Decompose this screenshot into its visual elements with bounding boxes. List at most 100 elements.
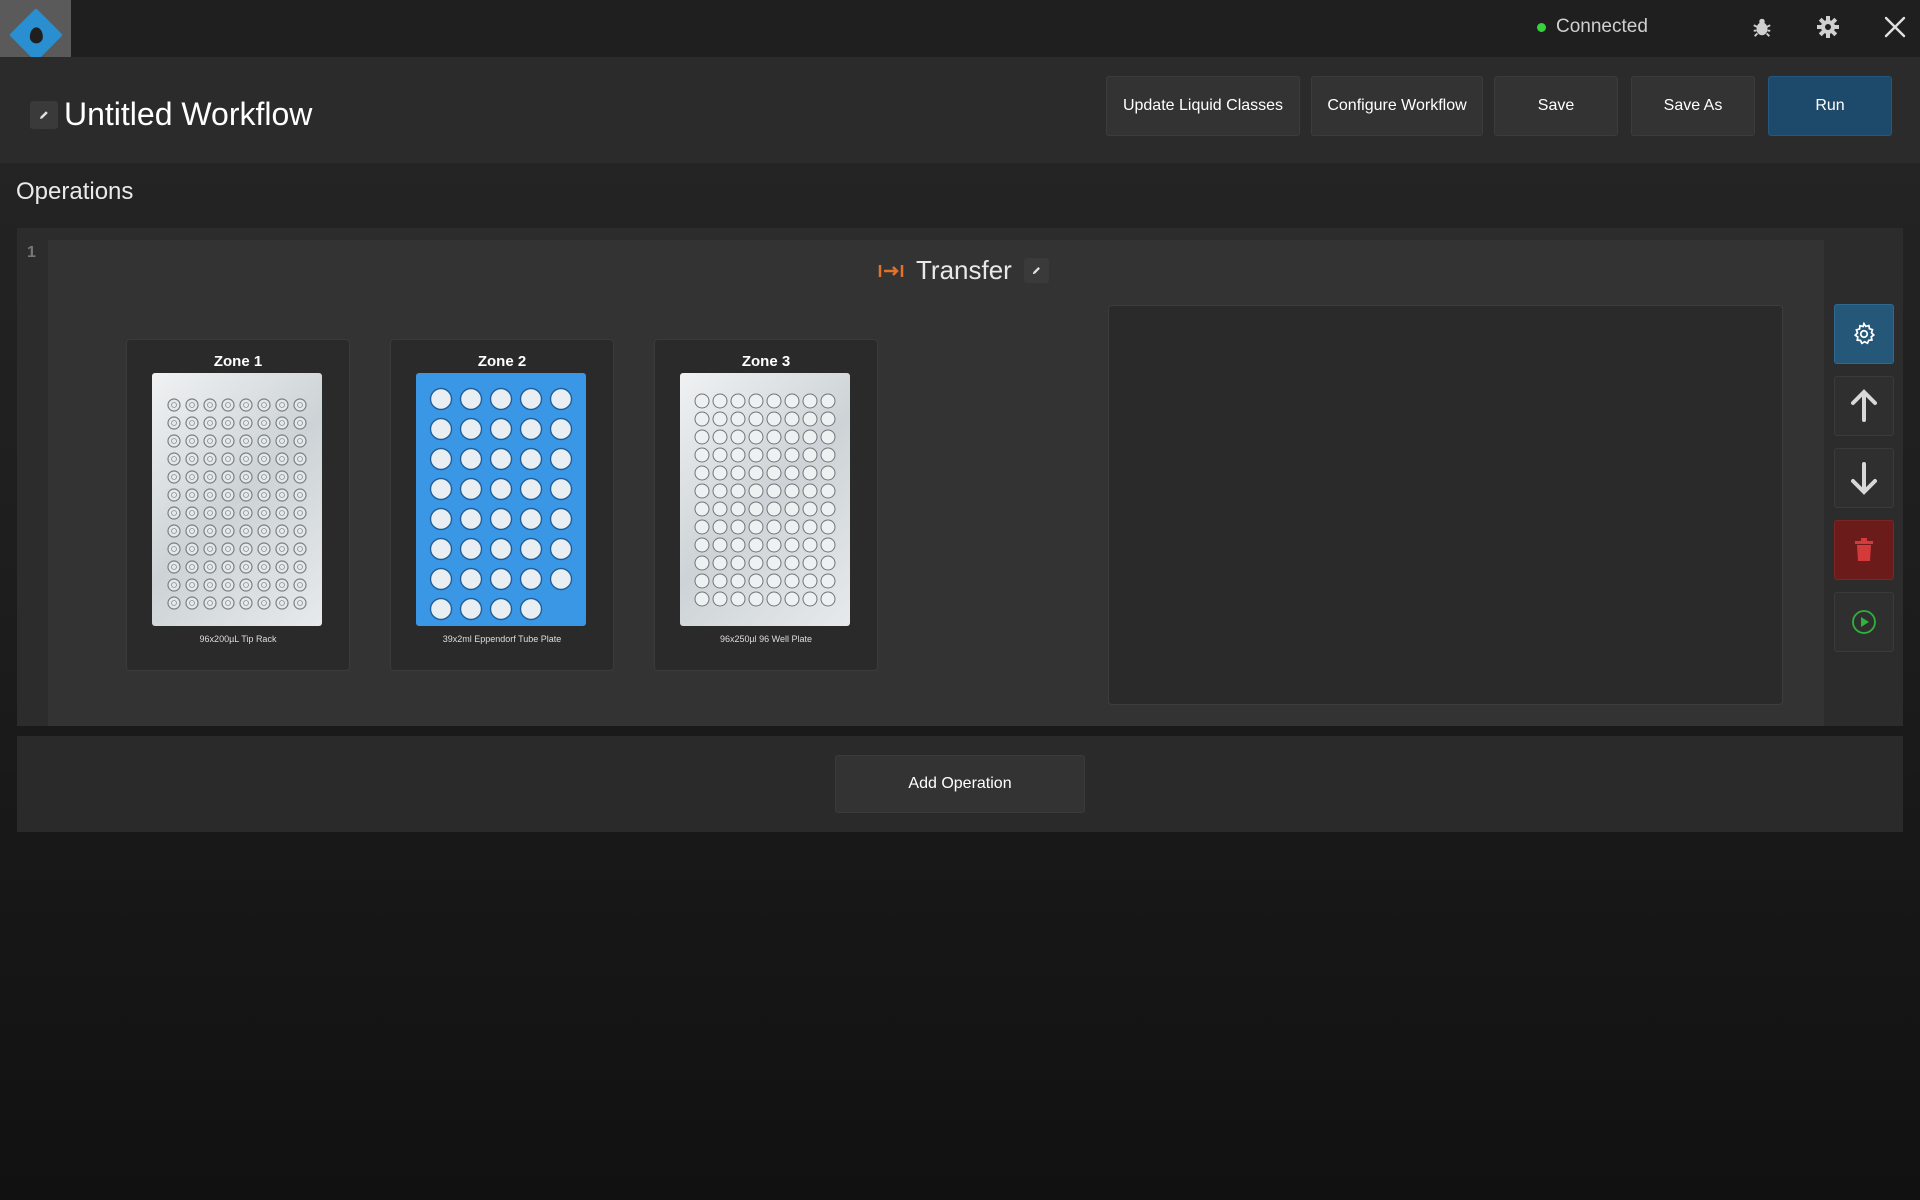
tip-well bbox=[203, 506, 217, 520]
zone-title: Zone 1 bbox=[213, 353, 263, 370]
plate-well bbox=[748, 555, 764, 571]
save-button[interactable]: Save bbox=[1494, 76, 1618, 136]
plate-well bbox=[694, 537, 710, 553]
plate-well bbox=[820, 411, 836, 427]
tip-well bbox=[293, 560, 307, 574]
plate-well bbox=[730, 591, 746, 607]
tube-well bbox=[489, 447, 513, 471]
tip-well bbox=[239, 416, 253, 430]
tip-well bbox=[293, 434, 307, 448]
save-as-button[interactable]: Save As bbox=[1631, 76, 1755, 136]
plate-well bbox=[766, 501, 782, 517]
plate-well bbox=[748, 393, 764, 409]
tube-well bbox=[519, 567, 543, 591]
tip-well bbox=[239, 560, 253, 574]
delete-operation-button[interactable] bbox=[1834, 520, 1894, 580]
status-label: Connected bbox=[1556, 16, 1648, 37]
plate-well bbox=[820, 537, 836, 553]
tip-well bbox=[221, 470, 235, 484]
tip-well bbox=[293, 542, 307, 556]
tube-well bbox=[519, 537, 543, 561]
plate-well bbox=[802, 393, 818, 409]
plate-well bbox=[694, 483, 710, 499]
update-liquid-classes-button[interactable]: Update Liquid Classes bbox=[1106, 76, 1300, 136]
tip-well bbox=[275, 578, 289, 592]
plate-well bbox=[730, 483, 746, 499]
tip-well bbox=[185, 434, 199, 448]
plate-well bbox=[712, 429, 728, 445]
tube-well bbox=[489, 507, 513, 531]
zone-1[interactable]: Zone 1 96x200µL Tip Rack bbox=[126, 339, 350, 671]
tube-well bbox=[429, 417, 453, 441]
tube-well bbox=[429, 597, 453, 621]
plate-well bbox=[820, 393, 836, 409]
plate-well bbox=[784, 519, 800, 535]
plate-well bbox=[748, 465, 764, 481]
tip-well bbox=[293, 470, 307, 484]
tip-well bbox=[239, 578, 253, 592]
gear-icon[interactable] bbox=[1813, 12, 1843, 42]
edit-operation-title-button[interactable] bbox=[1023, 258, 1049, 283]
plate-well bbox=[802, 591, 818, 607]
tube-well bbox=[549, 447, 573, 471]
tip-rack-wells bbox=[167, 398, 307, 610]
move-up-button[interactable] bbox=[1834, 376, 1894, 436]
operation-settings-button[interactable] bbox=[1834, 304, 1894, 364]
plate-well bbox=[784, 591, 800, 607]
plate-well bbox=[802, 519, 818, 535]
plate-well bbox=[730, 429, 746, 445]
tip-well bbox=[185, 542, 199, 556]
zone-3[interactable]: Zone 3 96x250µl 96 Well Plate bbox=[654, 339, 878, 671]
plate-well bbox=[784, 483, 800, 499]
plate-well bbox=[748, 411, 764, 427]
zone-caption: 96x200µL Tip Rack bbox=[199, 634, 277, 644]
move-down-button[interactable] bbox=[1834, 448, 1894, 508]
tip-well bbox=[257, 452, 271, 466]
tip-well bbox=[221, 398, 235, 412]
tip-well bbox=[293, 416, 307, 430]
tip-well bbox=[275, 470, 289, 484]
plate-well bbox=[784, 573, 800, 589]
plate-well bbox=[712, 465, 728, 481]
tip-well bbox=[257, 398, 271, 412]
zone-2[interactable]: Zone 2 39x2ml Eppendorf Tube Plate bbox=[390, 339, 614, 671]
tip-well bbox=[275, 524, 289, 538]
tube-well bbox=[429, 567, 453, 591]
configure-workflow-button[interactable]: Configure Workflow bbox=[1311, 76, 1483, 136]
tip-well bbox=[275, 488, 289, 502]
tip-well bbox=[293, 578, 307, 592]
zone-caption: 39x2ml Eppendorf Tube Plate bbox=[442, 634, 562, 644]
run-button[interactable]: Run bbox=[1768, 76, 1892, 136]
add-operation-button[interactable]: Add Operation bbox=[835, 755, 1085, 813]
plate-well bbox=[784, 393, 800, 409]
tube-well bbox=[459, 477, 483, 501]
tip-well bbox=[221, 596, 235, 610]
tip-well bbox=[239, 452, 253, 466]
plate-well bbox=[712, 555, 728, 571]
plate-well bbox=[748, 591, 764, 607]
plate-well bbox=[748, 501, 764, 517]
tip-well bbox=[257, 596, 271, 610]
edit-title-button[interactable] bbox=[30, 101, 58, 129]
tip-well bbox=[257, 506, 271, 520]
tube-well bbox=[489, 417, 513, 441]
plate-well bbox=[748, 429, 764, 445]
tip-well bbox=[167, 416, 181, 430]
plate-well bbox=[802, 411, 818, 427]
plate-well bbox=[766, 537, 782, 553]
tip-rack-plate bbox=[152, 373, 322, 626]
run-operation-button[interactable] bbox=[1834, 592, 1894, 652]
tip-well bbox=[221, 578, 235, 592]
plate-well bbox=[694, 591, 710, 607]
plate-well bbox=[694, 447, 710, 463]
tube-well bbox=[459, 507, 483, 531]
tip-well bbox=[221, 524, 235, 538]
tip-well bbox=[167, 452, 181, 466]
plate-well bbox=[820, 573, 836, 589]
tip-well bbox=[185, 560, 199, 574]
tube-plate-wells bbox=[429, 387, 573, 621]
bug-icon[interactable] bbox=[1747, 12, 1777, 42]
tip-well bbox=[185, 506, 199, 520]
tube-well bbox=[459, 387, 483, 411]
close-icon[interactable] bbox=[1880, 12, 1910, 42]
